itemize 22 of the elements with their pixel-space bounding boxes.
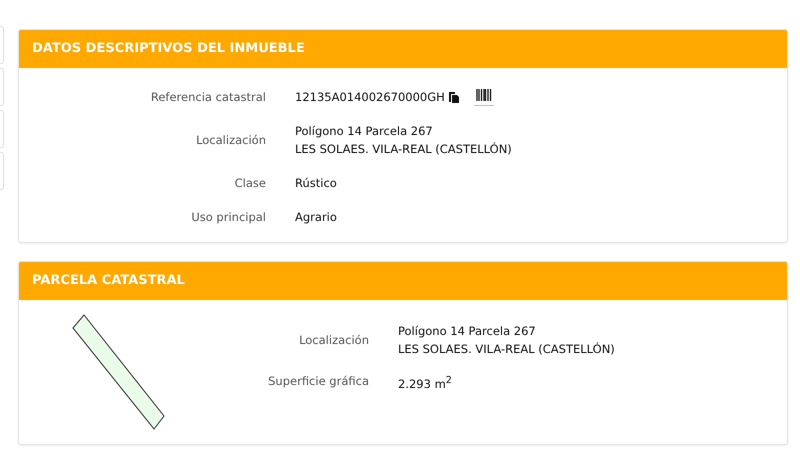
side-tab[interactable] — [0, 110, 4, 148]
field-value: Rústico — [295, 175, 337, 192]
side-tab[interactable] — [0, 152, 4, 190]
field-value: 2.293 m$^{2}$ — [398, 374, 452, 393]
field-value: 12135A014002670000GH — [295, 89, 445, 106]
field-label: Uso principal — [190, 209, 266, 226]
card-title: PARCELA CATASTRAL — [19, 262, 787, 300]
field-label: Superficie gráfica — [267, 373, 369, 390]
field-value: Agrario — [295, 209, 337, 226]
field-value: Polígono 14 Parcela 267 — [295, 123, 434, 140]
field-value: Polígono 14 Parcela 267 — [398, 323, 537, 340]
copy-icon[interactable] — [448, 90, 460, 104]
barcode-button[interactable] — [474, 88, 494, 106]
field-label: Localización — [298, 332, 369, 349]
field-label: Referencia catastral — [150, 89, 266, 106]
field-value: LES SOLAES. VILA-REAL (CASTELLÓN) — [295, 141, 512, 158]
field-value: LES SOLAES. VILA-REAL (CASTELLÓN) — [398, 341, 615, 358]
side-tab[interactable] — [0, 68, 4, 106]
card-title: DATOS DESCRIPTIVOS DEL INMUEBLE — [19, 30, 787, 68]
side-tab[interactable] — [0, 26, 4, 64]
field-label: Localización — [195, 132, 266, 149]
field-label: Clase — [234, 175, 266, 192]
